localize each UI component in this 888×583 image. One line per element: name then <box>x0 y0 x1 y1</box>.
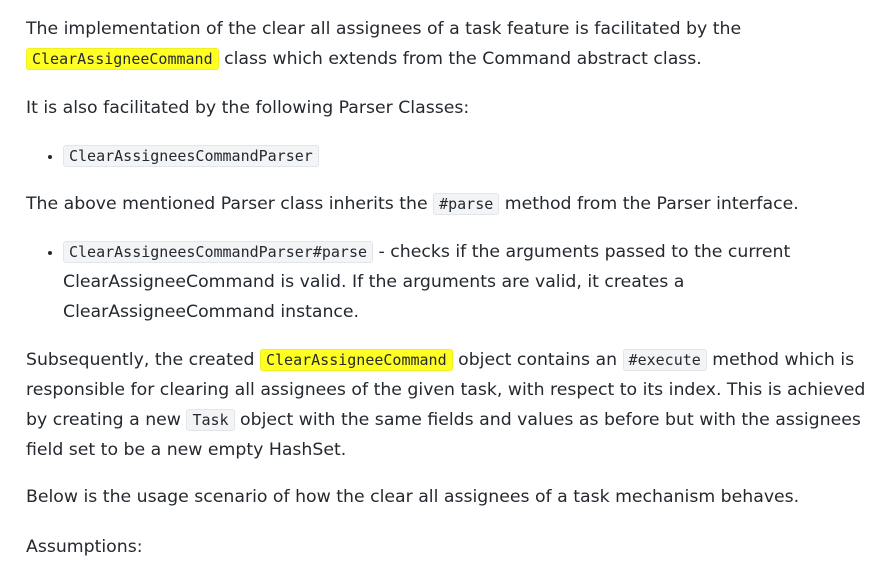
paragraph-implementation: The implementation of the clear all assi… <box>26 14 874 74</box>
text: The implementation of the clear all assi… <box>26 19 742 39</box>
code-clear-assignees-command-parser: ClearAssigneesCommandParser <box>63 145 319 167</box>
code-task: Task <box>186 409 235 431</box>
code-clear-assignee-command-highlighted: ClearAssigneeCommand <box>260 349 453 371</box>
text: The above mentioned Parser class inherit… <box>26 194 434 214</box>
paragraph-parser-classes: It is also facilitated by the following … <box>26 98 470 118</box>
parse-method-list: ClearAssigneesCommandParser#parse - chec… <box>26 237 874 327</box>
text: class which extends from the Command abs… <box>218 49 702 69</box>
paragraph-execute: Subsequently, the created ClearAssigneeC… <box>26 345 874 465</box>
text: Subsequently, the created <box>26 350 260 370</box>
list-item: ClearAssigneesCommandParser <box>63 141 874 171</box>
paragraph-assumptions: Assumptions: <box>26 537 143 557</box>
code-parser-parse: ClearAssigneesCommandParser#parse <box>63 241 374 263</box>
code-parse: #parse <box>433 193 500 215</box>
code-clear-assignee-command-highlighted: ClearAssigneeCommand <box>26 48 219 70</box>
paragraph-parse-method: The above mentioned Parser class inherit… <box>26 189 874 219</box>
code-execute: #execute <box>622 349 707 371</box>
paragraph-usage-scenario: Below is the usage scenario of how the c… <box>26 487 800 507</box>
list-item: ClearAssigneesCommandParser#parse - chec… <box>63 237 874 327</box>
parser-class-list: ClearAssigneesCommandParser <box>26 141 874 171</box>
text: object contains an <box>452 350 623 370</box>
text: method from the Parser interface. <box>499 194 799 214</box>
